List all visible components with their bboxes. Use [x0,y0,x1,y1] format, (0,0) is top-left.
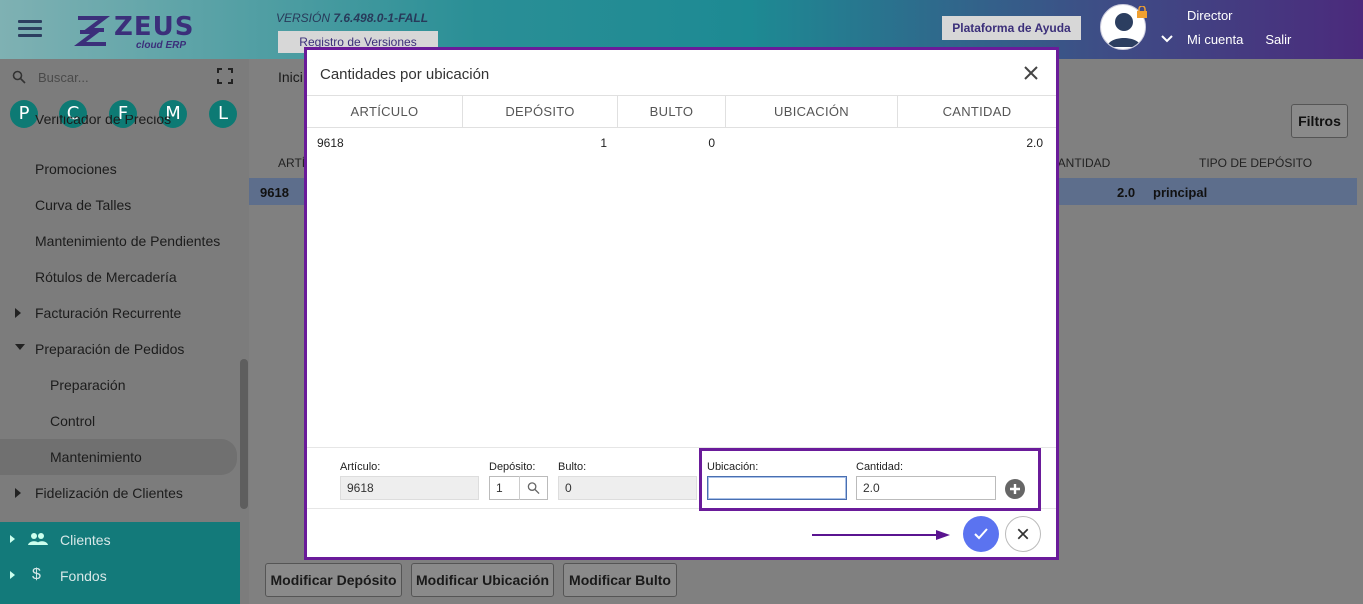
quantities-by-location-dialog: Cantidades por ubicación ARTÍCULO DEPÓSI… [304,47,1059,560]
cantidad-field[interactable]: 2.0 [856,476,996,500]
cell-deposito: 1 [600,136,607,150]
logo-subtitle: cloud ERP [136,40,187,51]
module-label: Fondos [60,568,107,584]
column-deposito[interactable]: DEPÓSITO [463,96,618,128]
sidebar-item-rotulos[interactable]: Rótulos de Mercadería [0,259,240,295]
cell-tipo-deposito: principal [1153,185,1208,200]
module-clientes[interactable]: Clientes [0,522,240,558]
sidebar-item-mantenimiento-pendientes[interactable]: Mantenimiento de Pendientes [0,223,240,259]
ubicacion-label: Ubicación: [707,461,759,473]
sidebar-item-label: Promociones [35,161,117,177]
sidebar-item-label: Fidelización de Clientes [35,485,183,501]
lock-icon [1137,6,1147,18]
search-icon[interactable] [519,476,547,500]
cell-cantidad: 2.0 [1026,136,1043,150]
fullscreen-icon[interactable] [217,68,233,84]
expand-caret-icon [15,308,21,318]
module-label: Clientes [60,532,111,548]
sidebar-item-label: Verificador de Precios [35,115,172,127]
articulo-field: 9618 [340,476,479,500]
sidebar-item-label: Control [50,413,96,429]
sidebar-item-label: Mantenimiento de Pendientes [35,233,221,249]
expand-caret-icon [10,535,15,543]
collapse-caret-icon [15,344,25,350]
column-tipo-deposito: TIPO DE DEPÓSITO [1199,156,1313,170]
modify-package-button[interactable]: Modificar Bulto [563,563,677,597]
people-icon [28,533,48,545]
table-row[interactable]: 9618 1 0 2.0 [307,128,1056,158]
deposito-field[interactable]: 1 [489,476,548,500]
version-prefix: VERSIÓN [276,11,331,25]
bulto-label: Bulto: [558,461,587,473]
expand-caret-icon [10,571,15,579]
sidebar-item-label: Facturación Recurrente [35,305,182,321]
cell-bulto: 0 [708,136,715,150]
cancel-button[interactable] [1005,516,1041,552]
cantidad-label: Cantidad: [856,461,904,473]
modify-deposit-button[interactable]: Modificar Depósito [265,563,402,597]
user-role: Director [1187,8,1233,23]
pointer-arrow-icon [812,530,950,540]
column-bulto[interactable]: BULTO [618,96,726,128]
confirm-button[interactable] [963,516,999,552]
locations-grid: ARTÍCULO DEPÓSITO BULTO UBICACIÓN CANTID… [307,95,1056,447]
module-list: Clientes $ Fondos [0,522,240,604]
zeus-logo-mark-icon [74,16,110,46]
version-number: 7.6.498.0-1-FALL [333,11,429,25]
articulo-label: Artículo: [340,461,381,473]
sidebar: Buscar... P C F M L Verificador de Preci… [0,59,249,604]
hamburger-menu-icon[interactable] [18,20,42,38]
column-ubicacion[interactable]: UBICACIÓN [726,96,898,128]
search-icon [12,70,26,84]
column-articulo: ARTÍ [278,156,306,170]
sidebar-item-verificador[interactable]: Verificador de Precios [0,115,240,135]
cell-articulo: 9618 [317,136,344,150]
close-icon[interactable] [1022,64,1040,82]
cell-ubicacion [726,128,886,158]
tab-inicio[interactable]: Inici [278,69,303,85]
dollar-icon: $ [32,566,41,583]
sidebar-item-control[interactable]: Control [0,403,240,439]
sidebar-item-fidelizacion[interactable]: Fidelización de Clientes [0,475,240,511]
chevron-down-icon[interactable] [1160,34,1174,44]
add-icon[interactable] [1005,479,1025,499]
entry-form: Artículo: 9618 Depósito: 1 Bulto: 0 Ubic… [307,447,1056,511]
module-fondos[interactable]: $ Fondos [0,558,240,594]
deposito-label: Depósito: [489,461,536,473]
sidebar-item-label: Rótulos de Mercadería [35,269,177,285]
modify-location-button[interactable]: Modificar Ubicación [411,563,554,597]
sidebar-item-label: Preparación [50,377,126,393]
column-articulo[interactable]: ARTÍCULO [307,96,463,128]
cell-articulo: 9618 [260,185,289,200]
sidebar-scrollbar[interactable] [240,359,248,509]
my-account-link[interactable]: Mi cuenta [1187,32,1243,47]
sidebar-item-preparacion-pedidos[interactable]: Preparación de Pedidos [0,331,240,367]
grid-header: ARTÍCULO DEPÓSITO BULTO UBICACIÓN CANTID… [307,96,1056,128]
sidebar-search[interactable]: Buscar... [12,67,237,89]
sidebar-item-promociones[interactable]: Promociones [0,151,240,187]
user-links: Mi cuenta Salir [1187,32,1313,47]
dialog-title: Cantidades por ubicación [320,66,490,83]
sidebar-item-mantenimiento[interactable]: Mantenimiento [0,439,237,475]
sidebar-item-label: Curva de Talles [35,197,132,213]
cell-cantidad: 2.0 [1117,185,1136,200]
sidebar-item-curva-talles[interactable]: Curva de Talles [0,187,240,223]
bulto-field: 0 [558,476,697,500]
sidebar-item-preparacion[interactable]: Preparación [0,367,240,403]
sidebar-item-label: Preparación de Pedidos [35,341,185,357]
search-input[interactable]: Buscar... [38,70,89,85]
version-label: VERSIÓN 7.6.498.0-1-FALL [276,11,428,25]
sidebar-item-facturacion-recurrente[interactable]: Facturación Recurrente [0,295,240,331]
ubicacion-field[interactable] [707,476,847,500]
expand-caret-icon [15,488,21,498]
app-root: ZEUS cloud ERP VERSIÓN 7.6.498.0-1-FALL … [0,0,1363,604]
sidebar-item-label: Mantenimiento [50,449,142,465]
help-platform-button[interactable]: Plataforma de Ayuda [942,16,1081,40]
filters-button[interactable]: Filtros [1291,104,1348,138]
column-cantidad[interactable]: CANTIDAD [898,96,1056,128]
deposito-value: 1 [496,481,503,495]
logout-link[interactable]: Salir [1265,32,1291,47]
logo-text: ZEUS [114,12,195,42]
zeus-logo[interactable]: ZEUS cloud ERP [74,12,204,52]
